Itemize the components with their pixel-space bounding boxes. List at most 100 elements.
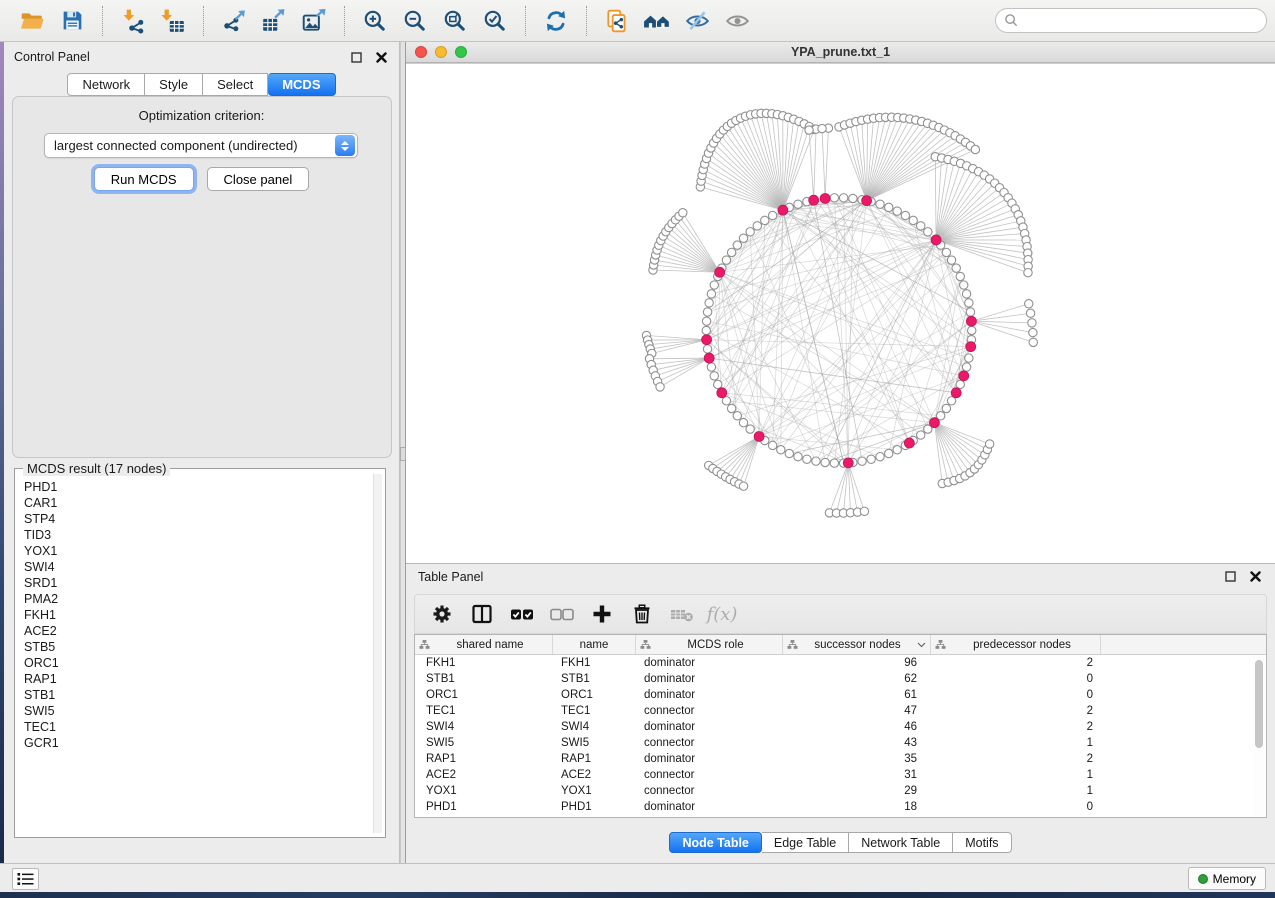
- network-node[interactable]: [761, 216, 769, 224]
- network-node[interactable]: [965, 299, 973, 307]
- network-node[interactable]: [679, 209, 687, 217]
- network-hub-node[interactable]: [778, 205, 788, 215]
- network-node[interactable]: [702, 326, 710, 334]
- network-node[interactable]: [956, 272, 964, 280]
- table-row[interactable]: TEC1TEC1connector472: [415, 703, 1266, 719]
- network-node[interactable]: [746, 425, 754, 433]
- network-hub-node[interactable]: [904, 438, 914, 448]
- network-node[interactable]: [739, 482, 747, 490]
- network-node[interactable]: [727, 248, 735, 256]
- network-node[interactable]: [965, 354, 973, 362]
- table-row[interactable]: ACE2ACE2connector311: [415, 767, 1266, 783]
- float-panel-button[interactable]: [348, 49, 364, 65]
- network-node[interactable]: [703, 345, 711, 353]
- network-node[interactable]: [656, 383, 664, 391]
- network-node[interactable]: [768, 441, 776, 449]
- network-node[interactable]: [849, 194, 857, 202]
- mcds-result-item[interactable]: PHD1: [24, 479, 371, 495]
- network-hub-node[interactable]: [966, 342, 976, 352]
- network-hub-node[interactable]: [704, 353, 714, 363]
- column-header-shared-name[interactable]: shared name: [415, 635, 553, 654]
- network-node[interactable]: [860, 507, 868, 515]
- mcds-result-item[interactable]: STP4: [24, 511, 371, 527]
- fit-content-button[interactable]: [435, 3, 475, 39]
- network-node[interactable]: [971, 145, 979, 153]
- column-header-name[interactable]: name: [553, 635, 636, 654]
- mcds-result-item[interactable]: SRD1: [24, 575, 371, 591]
- network-node[interactable]: [794, 453, 802, 461]
- network-node[interactable]: [1025, 300, 1033, 308]
- mcds-result-item[interactable]: STB1: [24, 687, 371, 703]
- network-node[interactable]: [1026, 309, 1034, 317]
- network-node[interactable]: [1029, 338, 1037, 346]
- network-node[interactable]: [960, 281, 968, 289]
- network-node[interactable]: [876, 200, 884, 208]
- network-node[interactable]: [703, 308, 711, 316]
- network-node[interactable]: [707, 363, 715, 371]
- task-history-button[interactable]: [12, 868, 39, 890]
- tab-network[interactable]: Network: [67, 73, 145, 96]
- network-hub-node[interactable]: [843, 458, 853, 468]
- network-node[interactable]: [722, 256, 730, 264]
- mcds-result-item[interactable]: SWI5: [24, 703, 371, 719]
- network-node[interactable]: [812, 457, 820, 465]
- network-node[interactable]: [917, 222, 925, 230]
- network-node[interactable]: [733, 241, 741, 249]
- deselect-all-button[interactable]: [545, 598, 579, 630]
- network-node[interactable]: [985, 440, 993, 448]
- network-node[interactable]: [705, 299, 713, 307]
- save-session-button[interactable]: [52, 3, 92, 39]
- network-hub-node[interactable]: [959, 371, 969, 381]
- network-node[interactable]: [768, 211, 776, 219]
- tab-motifs[interactable]: Motifs: [953, 832, 1011, 853]
- tab-node-table[interactable]: Node Table: [669, 832, 761, 853]
- show-all-button[interactable]: [717, 3, 757, 39]
- network-node[interactable]: [830, 194, 838, 202]
- network-node[interactable]: [924, 228, 932, 236]
- search-input[interactable]: [995, 8, 1267, 33]
- tab-mcds[interactable]: MCDS: [268, 73, 335, 96]
- network-node[interactable]: [702, 317, 710, 325]
- export-table-button[interactable]: [254, 3, 294, 39]
- network-node[interactable]: [1029, 328, 1037, 336]
- network-node[interactable]: [968, 326, 976, 334]
- network-node[interactable]: [753, 222, 761, 230]
- import-network-button[interactable]: [113, 3, 153, 39]
- network-node[interactable]: [777, 446, 785, 454]
- zoom-selected-button[interactable]: [475, 3, 515, 39]
- network-node[interactable]: [893, 207, 901, 215]
- network-node[interactable]: [947, 256, 955, 264]
- mcds-result-scrollbar[interactable]: [373, 474, 382, 833]
- table-row[interactable]: YOX1YOX1connector291: [415, 783, 1266, 799]
- network-node[interactable]: [839, 194, 847, 202]
- table-row[interactable]: PHD1PHD1dominator180: [415, 799, 1266, 815]
- network-node[interactable]: [966, 308, 974, 316]
- network-node[interactable]: [805, 126, 813, 134]
- network-node[interactable]: [707, 290, 715, 298]
- network-node[interactable]: [818, 124, 826, 132]
- network-node[interactable]: [830, 459, 838, 467]
- network-node[interactable]: [942, 404, 950, 412]
- delete-table-button[interactable]: [665, 598, 699, 630]
- table-scrollbar[interactable]: [1253, 656, 1265, 816]
- table-scrollbar-thumb[interactable]: [1255, 660, 1263, 748]
- network-node[interactable]: [739, 234, 747, 242]
- network-node[interactable]: [917, 431, 925, 439]
- mcds-result-item[interactable]: ORC1: [24, 655, 371, 671]
- tab-edge-table[interactable]: Edge Table: [762, 832, 849, 853]
- network-node[interactable]: [739, 418, 747, 426]
- network-hub-node[interactable]: [715, 267, 725, 277]
- network-node[interactable]: [794, 200, 802, 208]
- zoom-in-button[interactable]: [355, 3, 395, 39]
- network-hub-node[interactable]: [809, 195, 819, 205]
- tab-network-table[interactable]: Network Table: [849, 832, 953, 853]
- network-node[interactable]: [885, 203, 893, 211]
- run-mcds-button[interactable]: Run MCDS: [94, 167, 194, 191]
- network-node[interactable]: [710, 372, 718, 380]
- close-panel-button[interactable]: [373, 49, 389, 65]
- table-row[interactable]: SWI4SWI4dominator462: [415, 719, 1266, 735]
- mcds-result-item[interactable]: PMA2: [24, 591, 371, 607]
- network-hub-node[interactable]: [966, 316, 976, 326]
- delete-column-button[interactable]: [625, 598, 659, 630]
- table-row[interactable]: ORC1ORC1dominator610: [415, 687, 1266, 703]
